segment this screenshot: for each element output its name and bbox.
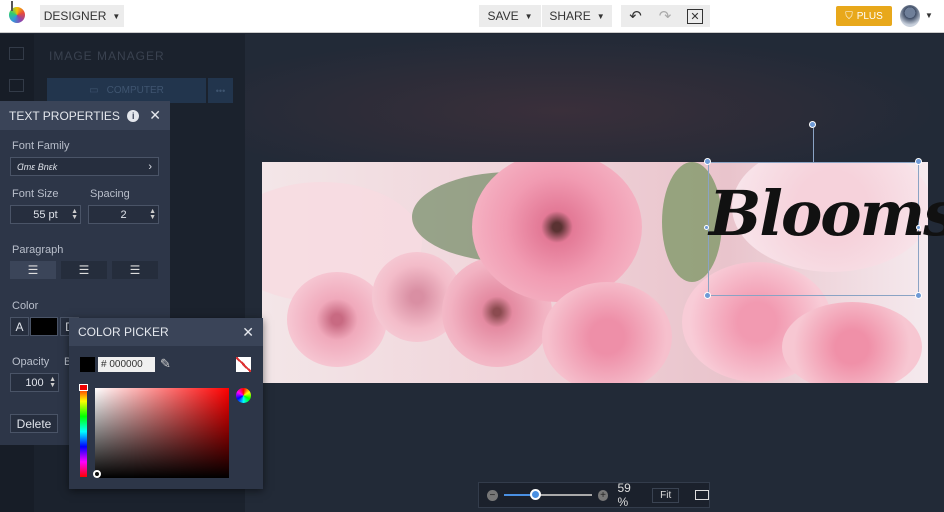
hue-slider[interactable] — [80, 386, 87, 477]
zoom-slider-thumb[interactable] — [529, 489, 541, 500]
plus-button[interactable]: ⛉ PLUS — [836, 6, 892, 26]
opacity-label: Opacity — [12, 356, 50, 368]
align-left-icon: ☰ — [27, 263, 39, 277]
stepper-icon[interactable]: ▲ ▼ — [71, 208, 78, 221]
stepper-icon[interactable]: ▲ ▼ — [49, 376, 56, 389]
saturation-area[interactable] — [95, 388, 229, 478]
folder-icon[interactable] — [9, 79, 24, 92]
text-color-swatch[interactable] — [30, 317, 58, 336]
resize-handle[interactable] — [916, 225, 921, 230]
current-color-swatch — [80, 357, 95, 372]
share-button[interactable]: SHARE ▼ — [542, 5, 612, 27]
resize-handle[interactable] — [704, 158, 711, 165]
chevron-down-icon: ▼ — [596, 11, 605, 21]
font-size-label: Font Size — [12, 188, 59, 200]
resize-handle[interactable] — [915, 158, 922, 165]
clear-button[interactable]: ✕ — [680, 5, 710, 27]
font-family-label: Font Family — [12, 140, 70, 152]
rotation-line — [813, 128, 814, 162]
chevron-down-icon: ▼ — [112, 11, 121, 21]
mode-label: DESIGNER — [43, 9, 107, 23]
hex-input[interactable]: # 000000 — [98, 357, 155, 372]
chevron-right-icon: › — [148, 160, 152, 173]
resize-handle[interactable] — [704, 292, 711, 299]
panel-header: TEXT PROPERTIES i ✕ — [0, 101, 170, 130]
no-color-button[interactable] — [236, 357, 251, 372]
image-icon[interactable] — [9, 47, 24, 60]
font-family-select[interactable]: Ɑmɛ Bnɛk › — [10, 157, 159, 176]
redo-icon: ↷ — [658, 8, 672, 25]
resize-handle[interactable] — [915, 292, 922, 299]
align-left-button[interactable]: ☰ — [10, 261, 56, 279]
zoom-value: 59 % — [617, 481, 631, 509]
background-blur — [245, 34, 944, 162]
fullscreen-icon[interactable] — [695, 490, 709, 500]
avatar[interactable] — [900, 5, 920, 27]
share-label: SHARE — [549, 9, 591, 23]
close-box-icon: ✕ — [687, 8, 703, 24]
panel-title: TEXT PROPERTIES — [9, 108, 120, 123]
plus-label: PLUS — [856, 10, 883, 22]
spacing-value: 2 — [120, 208, 127, 221]
picker-header: COLOR PICKER ✕ — [69, 318, 263, 346]
zoom-bar: − + 59 % Fit — [478, 481, 710, 509]
zoom-slider[interactable] — [503, 489, 592, 500]
paragraph-label: Paragraph — [12, 244, 64, 256]
more-button[interactable]: ••• — [208, 78, 233, 103]
picker-title: COLOR PICKER — [78, 325, 169, 339]
spacing-label: Spacing — [90, 188, 130, 200]
canvas-text[interactable]: Blooms — [709, 177, 944, 250]
text-color-a-button[interactable]: A — [10, 317, 29, 336]
spacing-input[interactable]: 2 ▲ ▼ — [88, 205, 159, 224]
zoom-out-button[interactable]: − — [487, 489, 498, 501]
monitor-icon: ▭ — [89, 85, 99, 96]
chevron-down-icon: ▼ — [524, 11, 533, 21]
computer-button[interactable]: ▭ COMPUTER — [47, 78, 206, 103]
align-center-icon: ☰ — [78, 263, 90, 277]
top-bar: DESIGNER ▼ SAVE ▼ SHARE ▼ ↶ ↷ ✕ ⛉ PLUS ▼ — [0, 0, 944, 33]
color-wheel-icon[interactable] — [236, 388, 251, 403]
stepper-icon[interactable]: ▲ ▼ — [149, 208, 156, 221]
image-manager-title: IMAGE MANAGER — [49, 49, 165, 63]
align-right-icon: ☰ — [129, 263, 141, 277]
rotate-handle[interactable] — [809, 121, 816, 128]
text-selection-box[interactable]: Blooms — [708, 162, 944, 296]
opacity-input[interactable]: 100 ▲ ▼ — [10, 373, 59, 392]
opacity-value: 100 — [25, 376, 44, 389]
close-icon[interactable]: ✕ — [242, 324, 254, 341]
save-button[interactable]: SAVE ▼ — [479, 5, 541, 27]
font-family-value: Ɑmɛ Bnɛk — [17, 161, 58, 172]
app-logo[interactable] — [9, 1, 25, 23]
save-label: SAVE — [487, 9, 519, 23]
redo-button[interactable]: ↷ — [650, 5, 680, 27]
resize-handle[interactable] — [704, 225, 709, 230]
font-size-input[interactable]: 55 pt ▲ ▼ — [10, 205, 81, 224]
color-cursor[interactable] — [93, 470, 101, 478]
close-icon[interactable]: ✕ — [149, 107, 161, 124]
zoom-in-button[interactable]: + — [597, 489, 609, 501]
font-size-value: 55 pt — [33, 208, 58, 221]
undo-icon: ↶ — [629, 8, 642, 25]
align-center-button[interactable]: ☰ — [61, 261, 107, 279]
color-label: Color — [12, 300, 39, 312]
info-icon[interactable]: i — [127, 109, 140, 122]
fit-button[interactable]: Fit — [652, 487, 680, 503]
chevron-down-icon[interactable]: ▼ — [925, 11, 933, 20]
mode-dropdown[interactable]: DESIGNER ▼ — [40, 5, 124, 27]
color-picker-panel: COLOR PICKER ✕ # 000000 ✎ — [69, 318, 263, 489]
badge-icon: ⛉ — [845, 10, 853, 22]
eyedropper-icon[interactable]: ✎ — [160, 356, 171, 372]
hue-handle[interactable] — [79, 384, 88, 391]
align-right-button[interactable]: ☰ — [112, 261, 158, 279]
computer-label: COMPUTER — [106, 85, 164, 96]
undo-button[interactable]: ↶ — [621, 5, 650, 27]
delete-button[interactable]: Delete — [10, 414, 58, 433]
